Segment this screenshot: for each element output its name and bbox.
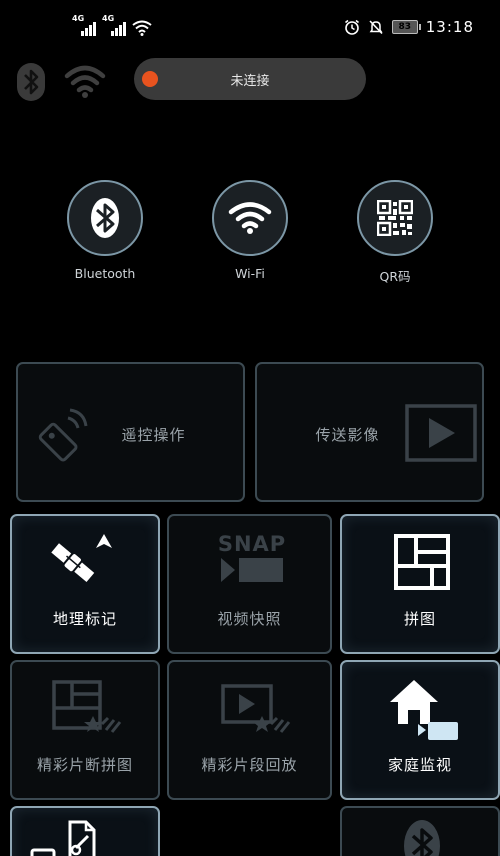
connection-status-text: 未连接 [230, 74, 270, 89]
home-monitor-label: 家庭监视 [387, 756, 452, 774]
battery-icon: 83 [391, 20, 421, 34]
satellite-location-icon [51, 534, 112, 583]
collage-label: 拼图 [403, 610, 436, 628]
video-snapshot-tile[interactable]: SNAP 视频快照 [167, 514, 332, 654]
remote-control-label: 遥控操作 [121, 426, 186, 444]
collage-tile[interactable]: 拼图 [340, 514, 500, 654]
video-snapshot-label: 视频快照 [217, 610, 282, 628]
bluetooth-connect-button[interactable] [67, 180, 143, 256]
signal-group: 4G 4G [72, 14, 152, 36]
home-monitor-tile[interactable]: 家庭监视 [340, 660, 500, 800]
wifi-connect-button[interactable] [212, 180, 288, 256]
highlight-collage-tile[interactable]: 精彩片断拼图 [10, 660, 160, 800]
qr-code-icon [377, 200, 413, 236]
file-settings-tile[interactable] [10, 806, 160, 856]
clock: 13:18 [425, 18, 474, 36]
wifi-status-large-icon[interactable] [64, 64, 106, 100]
bluetooth-icon [91, 198, 119, 238]
bluetooth-tile[interactable] [340, 806, 500, 856]
alarm-icon [344, 19, 359, 35]
send-image-label: 传送影像 [315, 426, 380, 444]
cell-signal-1-icon: 4G [72, 14, 96, 36]
snap-icon: SNAP [217, 532, 287, 586]
collage-icon [394, 534, 450, 590]
geotag-tile[interactable]: 地理标记 [10, 514, 160, 654]
status-right-group: 83 13:18 [344, 18, 474, 36]
file-settings-icon [30, 820, 96, 856]
highlight-collage-label: 精彩片断拼图 [36, 756, 133, 774]
app-screen: 4G 4G 83 13:18 未连接 Bluetooth Wi-Fi QR码 遥… [0, 0, 500, 856]
bluetooth-label: Bluetooth [74, 266, 136, 281]
qr-label: QR码 [379, 269, 411, 284]
mute-bell-icon [369, 20, 383, 35]
highlight-collage-icon [52, 680, 122, 733]
highlight-playback-tile[interactable]: 精彩片段回放 [167, 660, 332, 800]
connection-status-pill[interactable]: 未连接 [134, 58, 366, 100]
wifi-label: Wi-Fi [235, 266, 265, 281]
cell-signal-2-icon: 4G [102, 14, 126, 36]
send-image-tile[interactable]: 传送影像 [255, 362, 484, 502]
highlight-playback-label: 精彩片段回放 [201, 756, 298, 774]
home-camera-icon [390, 680, 458, 740]
qr-connect-button[interactable] [357, 180, 433, 256]
wifi-status-icon [132, 20, 152, 36]
status-bar: 4G 4G 83 13:18 [0, 0, 500, 58]
geotag-label: 地理标记 [52, 610, 117, 628]
remote-control-tile[interactable]: 遥控操作 [16, 362, 245, 502]
bluetooth-status-icon[interactable] [16, 62, 46, 102]
bluetooth-icon [404, 820, 440, 856]
highlight-playback-icon [221, 684, 291, 733]
wifi-icon [228, 202, 272, 234]
